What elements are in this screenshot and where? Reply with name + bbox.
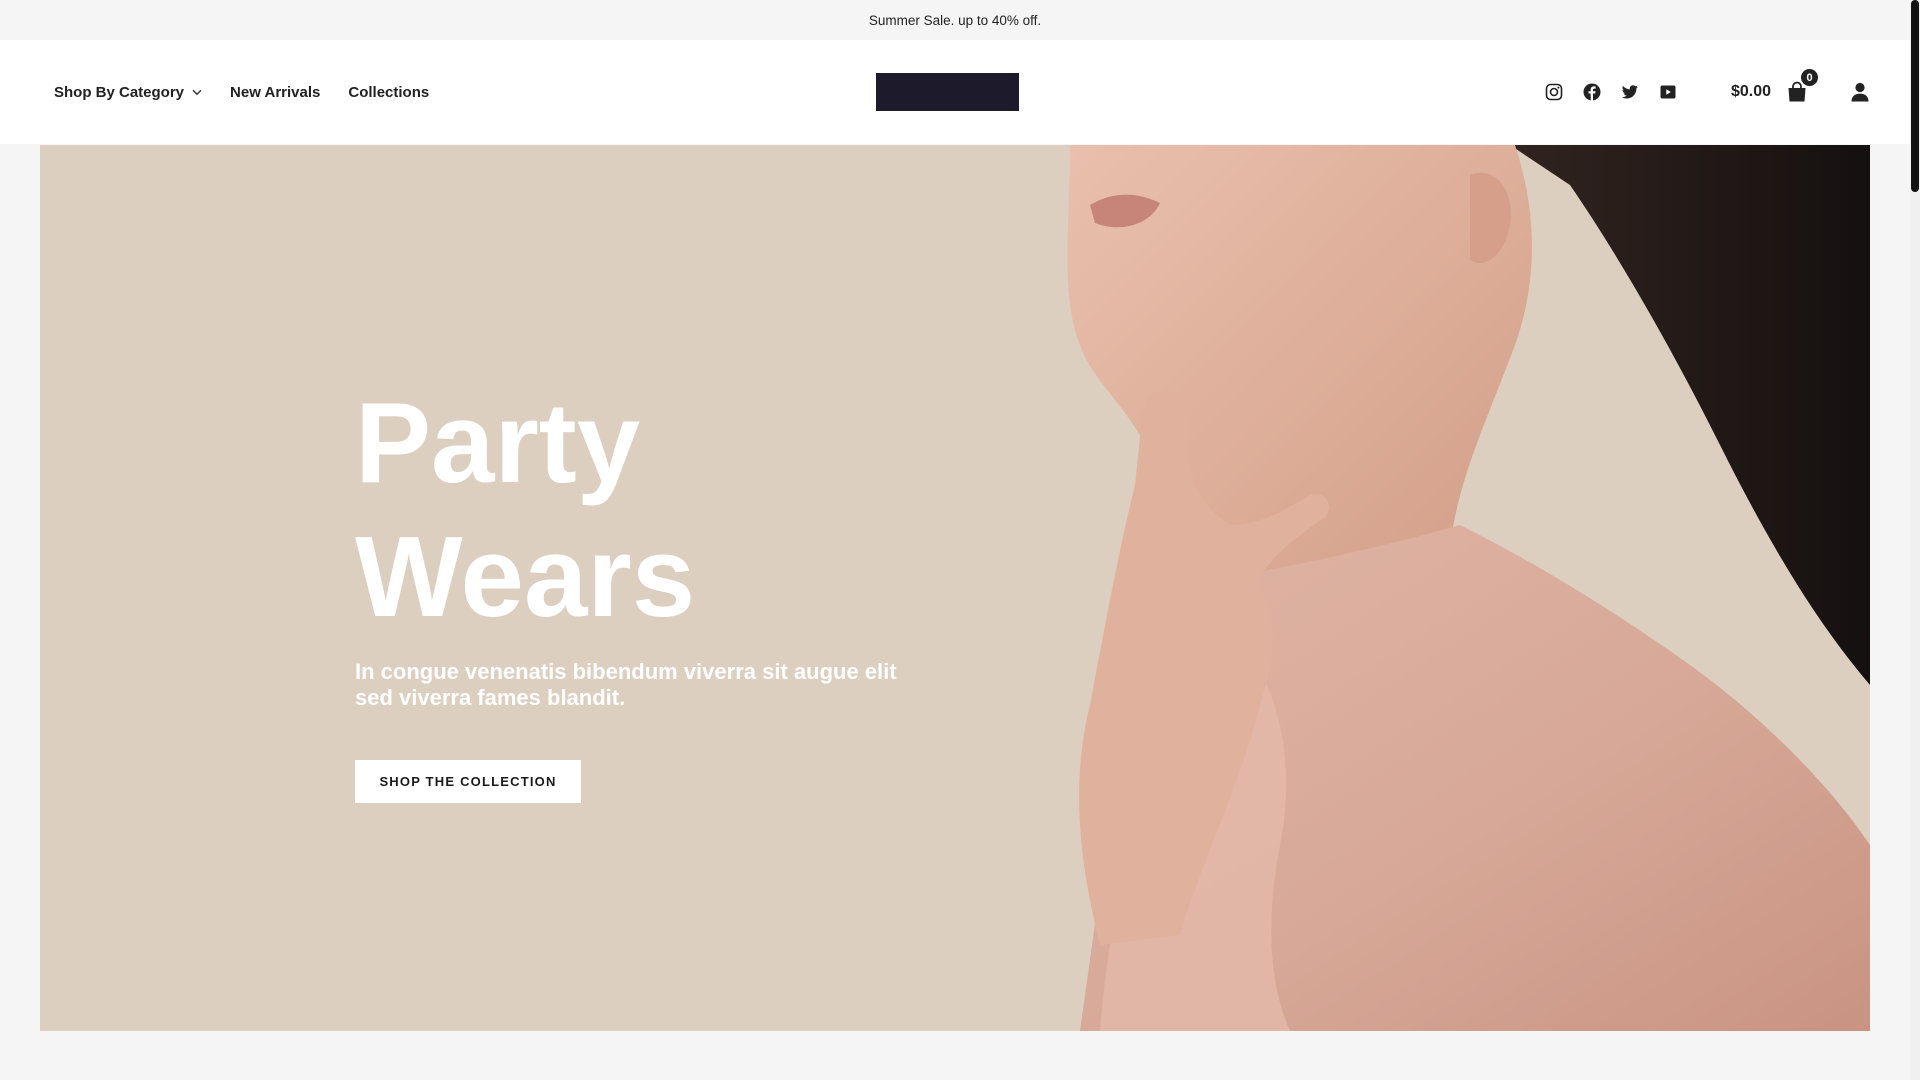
facebook-icon[interactable] <box>1583 83 1601 101</box>
scrollbar-thumb[interactable] <box>1911 0 1919 192</box>
shop-the-collection-button[interactable]: SHOP THE COLLECTION <box>355 760 581 803</box>
main-nav: Shop By Category New Arrivals Collection… <box>54 40 457 144</box>
hero-subtitle: In congue venenatis bibendum viverra sit… <box>355 659 897 710</box>
instagram-icon[interactable] <box>1545 83 1563 101</box>
youtube-icon[interactable] <box>1659 83 1677 101</box>
hero-title: Party Wears <box>355 377 955 645</box>
nav-item-label: New Arrivals <box>230 83 321 101</box>
social-links <box>1545 40 1697 144</box>
cart-total: $0.00 <box>1731 83 1772 100</box>
hero-banner: Party Wears In congue venenatis bibendum… <box>40 145 1870 1031</box>
shopping-bag-icon: 0 <box>1787 69 1819 103</box>
user-icon[interactable] <box>1851 82 1869 102</box>
nav-item-collections[interactable]: Collections <box>348 84 429 101</box>
chevron-down-icon <box>192 89 202 96</box>
hero-title-line-1: Party <box>355 380 641 507</box>
hero-title-line-2: Wears <box>355 514 696 641</box>
nav-item-new-arrivals[interactable]: New Arrivals <box>230 84 320 101</box>
announcement-bar: Summer Sale. up to 40% off. <box>0 0 1910 40</box>
cart-link[interactable]: $0.00 0 <box>1731 40 1819 144</box>
nav-item-label: Shop By Category <box>54 83 185 101</box>
nav-item-label: Collections <box>348 83 430 101</box>
twitter-icon[interactable] <box>1621 83 1639 101</box>
hero-model-image <box>1067 145 1870 1031</box>
site-logo[interactable] <box>876 73 1019 111</box>
announcement-text: Summer Sale. up to 40% off. <box>868 12 1042 28</box>
site-header: Shop By Category New Arrivals Collection… <box>0 40 1910 144</box>
nav-item-shop-by-category[interactable]: Shop By Category <box>54 84 202 101</box>
cart-count-badge: 0 <box>1801 69 1819 86</box>
